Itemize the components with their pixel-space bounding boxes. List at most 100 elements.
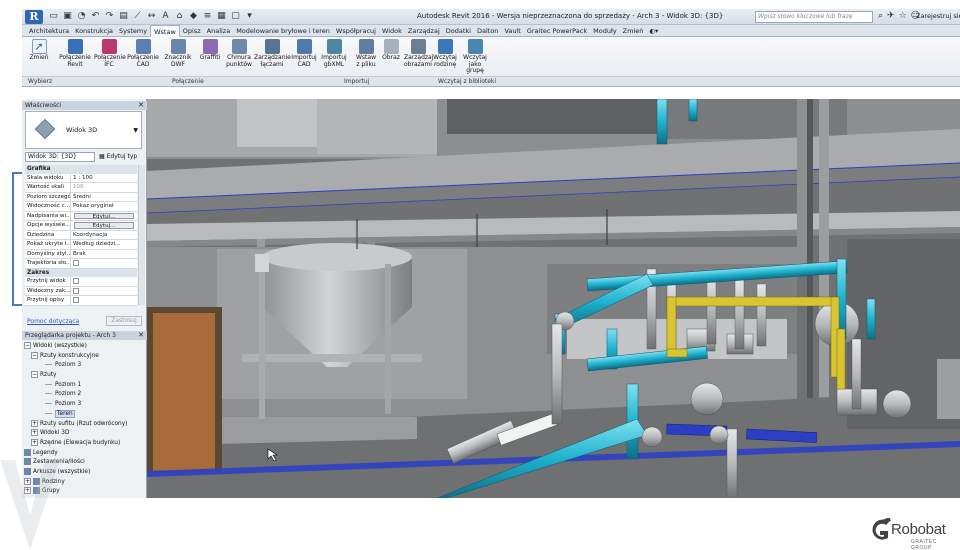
ribbon-button-6[interactable]: Zarządzanie łączami bbox=[254, 39, 291, 68]
tree-node[interactable]: Poziom 3 bbox=[24, 400, 145, 410]
expand-icon[interactable]: + bbox=[31, 419, 38, 427]
tab-4[interactable]: Opisz bbox=[180, 25, 204, 37]
tree-node[interactable]: Poziom 2 bbox=[24, 390, 145, 400]
save-icon[interactable]: ▣ bbox=[62, 11, 73, 22]
property-row[interactable]: Opcje wyświe... Edytuj... bbox=[25, 221, 137, 231]
tab-9[interactable]: Zarządzaj bbox=[405, 25, 443, 37]
close-icon[interactable]: ✕ bbox=[138, 101, 144, 110]
tab-14[interactable]: Moduły bbox=[590, 25, 620, 37]
property-value[interactable]: Brak bbox=[71, 250, 137, 259]
tree-node[interactable]: Legendy bbox=[24, 448, 145, 459]
property-value[interactable]: Pokaz oryginał bbox=[71, 202, 137, 211]
sync-icon[interactable]: ◔ bbox=[76, 11, 87, 22]
property-row[interactable]: Widoczny zak... bbox=[25, 286, 137, 296]
dimension-icon[interactable]: ↔ bbox=[146, 11, 157, 22]
property-row[interactable]: Wartość skali 100 bbox=[25, 183, 137, 193]
tree-node[interactable]: + Widoki 3D bbox=[24, 429, 145, 439]
property-group-header[interactable]: Zakres bbox=[25, 268, 137, 277]
tree-node[interactable]: − Rzuty bbox=[24, 371, 145, 381]
expand-icon[interactable]: + bbox=[31, 429, 38, 437]
redo-icon[interactable]: ↷ bbox=[104, 11, 115, 22]
ribbon-button-5[interactable]: Chmura punktów bbox=[225, 39, 253, 68]
property-row[interactable]: Widoczność c... Pokaz oryginał bbox=[25, 202, 137, 212]
sign-in-link[interactable]: Zarejestruj się bbox=[916, 12, 960, 20]
property-row[interactable]: Pokaż ukryte l... Według dziedzi... bbox=[25, 240, 137, 250]
ribbon-button-12[interactable]: Wczytaj rodzinę bbox=[432, 39, 458, 68]
tree-node[interactable]: Poziom 3 bbox=[24, 361, 145, 371]
collapse-icon[interactable]: − bbox=[24, 342, 31, 349]
property-row[interactable]: Przytnij opisy bbox=[25, 296, 137, 306]
collapse-icon[interactable]: − bbox=[31, 371, 38, 379]
open-icon[interactable]: ▭ bbox=[48, 11, 59, 22]
properties-scrollbar[interactable] bbox=[138, 165, 145, 305]
edit-type-button[interactable]: ▦ Edytuj typ bbox=[99, 153, 137, 160]
property-value[interactable]: Koordynacja bbox=[71, 231, 137, 240]
property-checkbox[interactable] bbox=[73, 278, 79, 284]
3d-viewport[interactable] bbox=[147, 99, 960, 498]
ribbon-button-2[interactable]: Połączenie CAD bbox=[126, 39, 160, 68]
property-row[interactable]: Skala widoku 1 : 100 bbox=[25, 173, 137, 183]
property-value[interactable]: 100 bbox=[71, 183, 137, 192]
view-3d-icon[interactable]: ⌂ bbox=[174, 11, 185, 22]
measure-icon[interactable]: ⟋ bbox=[132, 11, 143, 22]
view-dropdown[interactable]: Widok 3D: {3D} bbox=[25, 152, 95, 162]
tree-node[interactable]: − Widoki (wszystkie) bbox=[24, 342, 145, 352]
ribbon-toggle-icon[interactable]: ◐▾ bbox=[646, 25, 661, 37]
tree-node[interactable]: + Rzuty sufitu (Rzut odwrócony) bbox=[24, 419, 145, 430]
close-windows-icon[interactable]: ▦ bbox=[216, 11, 227, 22]
tab-15[interactable]: Zmień bbox=[620, 25, 647, 37]
close-icon[interactable]: ✕ bbox=[138, 331, 144, 340]
undo-icon[interactable]: ↶ bbox=[90, 11, 101, 22]
ribbon-button-8[interactable]: Importuj gbXML bbox=[319, 39, 349, 68]
tab-3[interactable]: Wstaw bbox=[150, 25, 180, 37]
property-row[interactable]: Domyślny styl... Brak bbox=[25, 249, 137, 259]
ribbon-button-3[interactable]: Znacznik DWF bbox=[162, 39, 194, 68]
switch-windows-icon[interactable]: ▢ bbox=[230, 11, 241, 22]
search-input[interactable]: Wpisz słowo kluczowe lub frazę bbox=[755, 11, 873, 23]
expand-icon[interactable]: + bbox=[31, 438, 38, 446]
binoculars-icon[interactable]: ⌕ bbox=[878, 11, 883, 21]
modify-button[interactable]: ➚ Zmień bbox=[26, 39, 52, 62]
ribbon-button-9[interactable]: Wstaw z pliku bbox=[352, 39, 380, 68]
tab-6[interactable]: Modelowanie bryłowe i teren bbox=[233, 25, 333, 37]
property-row[interactable]: Poziom szczegół. Średni bbox=[25, 192, 137, 202]
ribbon-button-7[interactable]: Importuj CAD bbox=[290, 39, 318, 68]
tab-10[interactable]: Dodatki bbox=[443, 25, 474, 37]
properties-help-link[interactable]: Pomoc dotycząca bbox=[27, 318, 79, 325]
property-checkbox[interactable] bbox=[73, 297, 79, 303]
tree-node[interactable]: + Rzędne (Elewacja budynku) bbox=[24, 438, 145, 449]
tab-0[interactable]: Architektura bbox=[26, 25, 72, 37]
tree-node[interactable]: Poziom 1 bbox=[24, 381, 145, 391]
subscription-icon[interactable]: ✈ bbox=[887, 11, 895, 21]
tab-12[interactable]: Vault bbox=[501, 25, 523, 37]
property-row[interactable]: Przytnij widok bbox=[25, 277, 137, 287]
ribbon-button-13[interactable]: Wczytaj jako grupę bbox=[458, 39, 492, 75]
tree-node[interactable]: − Rzuty konstrukcyjne bbox=[24, 351, 145, 362]
print-icon[interactable]: ▤ bbox=[118, 11, 129, 22]
tab-11[interactable]: Dalton bbox=[474, 25, 501, 37]
property-checkbox[interactable] bbox=[73, 287, 79, 294]
property-value[interactable]: 1 : 100 bbox=[71, 174, 137, 183]
ribbon-button-1[interactable]: Połączenie IFC bbox=[94, 39, 126, 68]
tab-8[interactable]: Widok bbox=[379, 25, 405, 37]
ribbon-button-11[interactable]: Zarządzaj obrazami bbox=[404, 39, 433, 68]
property-edit-button[interactable]: Edytuj... bbox=[74, 222, 134, 229]
revit-app-button[interactable]: R bbox=[25, 10, 43, 24]
text-icon[interactable]: A bbox=[160, 11, 171, 22]
tab-7[interactable]: Współpracuj bbox=[333, 25, 379, 37]
collapse-icon[interactable]: − bbox=[31, 351, 38, 359]
tab-2[interactable]: Systemy bbox=[116, 25, 150, 37]
property-row[interactable]: Nadpisania wi... Edytuj... bbox=[25, 211, 137, 221]
apply-button[interactable]: Zastosuj bbox=[106, 316, 142, 326]
ribbon-button-4[interactable]: Graffiti bbox=[196, 39, 224, 62]
tab-1[interactable]: Konstrukcja bbox=[72, 25, 116, 37]
ribbon-button-0[interactable]: Połączenie Revit bbox=[59, 39, 91, 68]
property-value[interactable]: Według dziedzi... bbox=[71, 240, 137, 249]
property-checkbox[interactable] bbox=[73, 260, 79, 266]
tree-node[interactable]: Teren bbox=[24, 409, 145, 420]
property-group-header[interactable]: Grafika bbox=[25, 165, 137, 174]
section-icon[interactable]: ◆ bbox=[188, 11, 199, 22]
tab-5[interactable]: Analiza bbox=[204, 25, 234, 37]
property-row[interactable]: Dziedzina Koordynacja bbox=[25, 230, 137, 240]
ribbon-button-10[interactable]: Obraz bbox=[380, 39, 402, 62]
